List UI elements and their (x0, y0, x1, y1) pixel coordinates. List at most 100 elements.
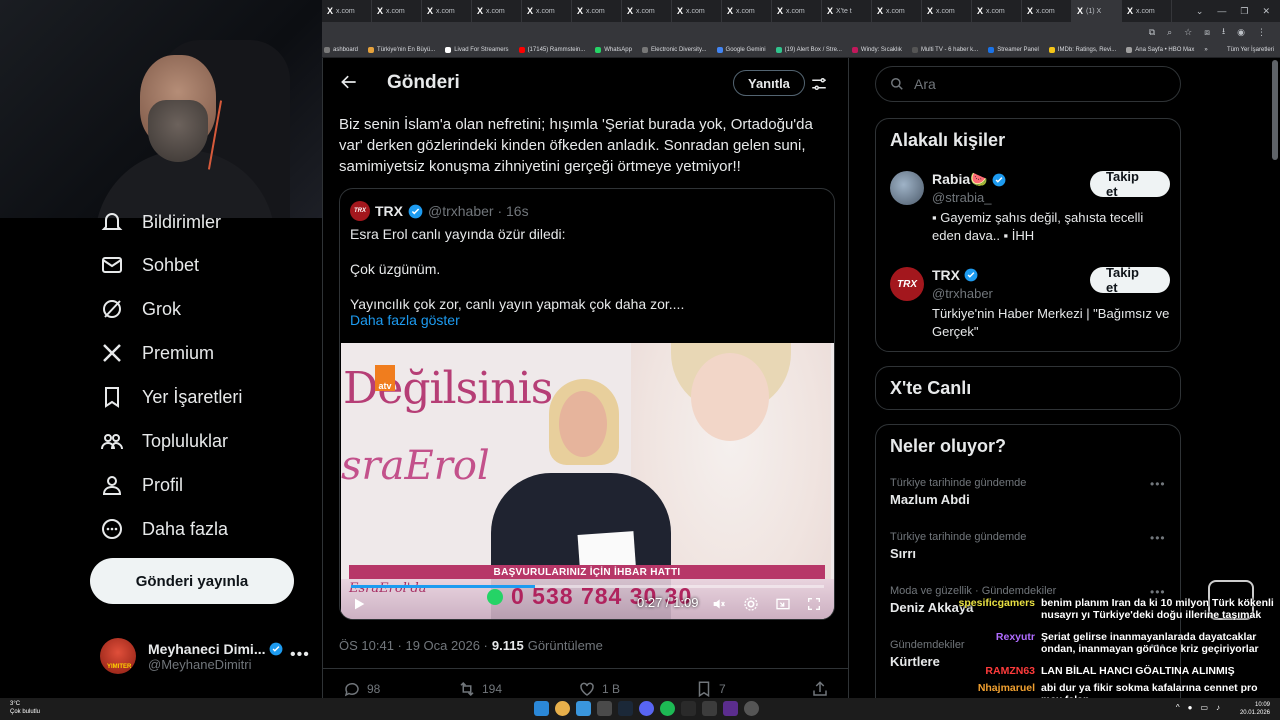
browser-tab[interactable]: Xx.com (422, 0, 472, 22)
bookmark-item[interactable]: (19) Alert Box / Stre... (775, 46, 842, 53)
bookmark-item[interactable]: Multi TV - 6 haber k... (911, 46, 978, 53)
person-name[interactable]: Rabia🍉 (932, 171, 988, 188)
quoted-post[interactable]: TRX TRX @trxhaber · 16s Esra Erol canlı … (339, 188, 835, 620)
trend-more-icon[interactable]: ••• (1150, 531, 1166, 545)
bookmark-item[interactable]: Ana Sayfa • HBO Max (1126, 46, 1194, 53)
follow-button[interactable]: Takip et (1090, 265, 1170, 295)
video-player[interactable]: Değilsinis sraErol atv BAŞVURULARINIZ İÇ… (341, 343, 834, 619)
follow-button[interactable]: Takip et (1090, 169, 1170, 199)
bookmark-item[interactable]: WhatsApp (595, 46, 632, 53)
video-progress-bar[interactable] (351, 585, 824, 588)
avatar[interactable]: TRX (890, 267, 924, 301)
avatar[interactable] (890, 171, 924, 205)
account-switcher[interactable]: YIMITER Meyhaneci Dimi... @MeyhaneDimitr… (100, 638, 283, 674)
close-window-button[interactable]: ✕ (1262, 6, 1270, 17)
network-icon[interactable]: ▭ (1200, 703, 1208, 712)
trend-more-icon[interactable]: ••• (1150, 477, 1166, 491)
nav-item-premium[interactable]: Premium (100, 341, 214, 365)
files-icon[interactable] (597, 701, 612, 716)
extensions-icon[interactable]: ⧈ (1204, 27, 1210, 38)
weather-widget[interactable]: 3°C Çok bulutlu (10, 700, 40, 716)
steam-icon[interactable] (618, 701, 633, 716)
browser-menu-icon[interactable]: ⋮ (1257, 27, 1266, 38)
browser-tab[interactable]: Xx.com (922, 0, 972, 22)
trend-item[interactable]: Türkiye tarihinde gündemde Mazlum Abdi •… (890, 477, 1170, 507)
browser-tab[interactable]: Xx.com (572, 0, 622, 22)
browser-tab[interactable]: Xx.com (1022, 0, 1072, 22)
volume-icon[interactable]: ♪ (1216, 703, 1220, 712)
browser-tab[interactable]: Xx.com (1122, 0, 1172, 22)
back-arrow-icon[interactable] (339, 72, 359, 92)
bookmark-item[interactable]: Windy: Sıcaklık (851, 46, 902, 53)
epic-games-icon[interactable] (681, 701, 696, 716)
zoom-icon[interactable]: ⌕ (1167, 27, 1172, 38)
nav-item-chat[interactable]: Sohbet (100, 253, 199, 277)
post-button[interactable]: Gönderi yayınla (90, 558, 294, 604)
search-input[interactable]: Ara (875, 66, 1181, 102)
browser-tab[interactable]: Xx.com (672, 0, 722, 22)
bookmark-action[interactable]: 7 (695, 680, 726, 698)
bookmarks-overflow-button[interactable]: » (1204, 47, 1207, 53)
post-time[interactable]: ÖS 10:41 · 19 Oca 2026 · (339, 638, 488, 653)
reply-action[interactable]: 98 (343, 680, 380, 698)
chrome-icon[interactable] (555, 701, 570, 716)
install-app-icon[interactable]: ⧉ (1149, 27, 1155, 38)
reply-button[interactable]: Yanıtla (733, 70, 805, 96)
clock[interactable]: 10:09 20.01.2026 (1240, 701, 1270, 717)
nav-item-notifications[interactable]: Bildirimler (100, 210, 221, 234)
show-more-link[interactable]: Daha fazla göster (350, 312, 460, 328)
sliders-icon[interactable] (810, 75, 828, 93)
quoted-avatar[interactable]: TRX (350, 201, 370, 221)
edge-icon[interactable] (576, 701, 591, 716)
bookmark-item[interactable]: Streamer Panel (988, 46, 1039, 53)
all-bookmarks-button[interactable]: Tüm Yer İşaretleri (1227, 47, 1280, 53)
download-icon[interactable]: ⭳ (1222, 24, 1225, 40)
play-icon[interactable] (351, 596, 367, 612)
trend-item[interactable]: Türkiye tarihinde gündemde Sırrı ••• (890, 531, 1170, 561)
browser-tab[interactable]: Xx.com (872, 0, 922, 22)
related-person[interactable]: Rabia🍉 @strabia_ ▪ Gayemiz şahıs değil, … (890, 169, 1170, 251)
chevron-up-icon[interactable]: ^ (1176, 703, 1180, 712)
mic-icon[interactable]: ● (1188, 703, 1193, 712)
bookmark-item[interactable]: (17145) Rammstein... (518, 46, 585, 53)
browser-tab[interactable]: Xx.com (472, 0, 522, 22)
like-action[interactable]: 1 B (578, 680, 620, 698)
page-scrollbar[interactable] (1272, 60, 1278, 160)
minimize-button[interactable]: — (1217, 6, 1226, 17)
quoted-name[interactable]: TRX (375, 203, 403, 219)
browser-tab[interactable]: Xx.com (972, 0, 1022, 22)
app-icon[interactable] (702, 701, 717, 716)
browser-tab[interactable]: Xx.com (372, 0, 422, 22)
discord-icon[interactable] (639, 701, 654, 716)
bookmark-item[interactable]: IMDb: Ratings, Revi... (1048, 46, 1116, 53)
live-panel[interactable]: X'te Canlı (875, 366, 1181, 410)
obs-icon[interactable] (744, 701, 759, 716)
person-name[interactable]: TRX (932, 267, 960, 283)
nav-item-more[interactable]: Daha fazla (100, 517, 228, 541)
nav-item-communities[interactable]: Topluluklar (100, 429, 228, 453)
picture-in-picture-icon[interactable] (775, 596, 791, 612)
bookmark-item[interactable]: ashboard (324, 46, 358, 53)
share-action[interactable] (811, 680, 829, 698)
start-icon[interactable] (534, 701, 549, 716)
repost-action[interactable]: 194 (458, 680, 502, 698)
bookmark-item[interactable]: Electronic Diversity... (641, 46, 707, 53)
browser-tab[interactable]: X X'te t (822, 0, 872, 22)
streaming-app-icon[interactable] (723, 701, 738, 716)
nav-item-grok[interactable]: Grok (100, 297, 181, 321)
browser-tab[interactable]: Xx.com (772, 0, 822, 22)
account-more-icon[interactable]: ••• (290, 646, 310, 664)
spotify-icon[interactable] (660, 701, 675, 716)
browser-tab[interactable]: Xx.com (622, 0, 672, 22)
browser-tab[interactable]: Xx.com (522, 0, 572, 22)
profile-icon[interactable]: ◉ (1237, 27, 1245, 38)
browser-tab[interactable]: Xx.com (722, 0, 772, 22)
nav-item-profile[interactable]: Profil (100, 473, 183, 497)
bookmark-item[interactable]: Livad For Streamers (445, 46, 509, 53)
browser-tab[interactable]: X (1) X (1072, 0, 1122, 22)
star-bookmark-icon[interactable]: ☆ (1184, 27, 1192, 38)
bookmark-item[interactable]: Google Gemini (716, 46, 766, 53)
fullscreen-icon[interactable] (806, 596, 822, 612)
bookmark-item[interactable]: Türkiye'nin En Büyü... (368, 46, 435, 53)
nav-item-bookmarks[interactable]: Yer İşaretleri (100, 385, 242, 409)
